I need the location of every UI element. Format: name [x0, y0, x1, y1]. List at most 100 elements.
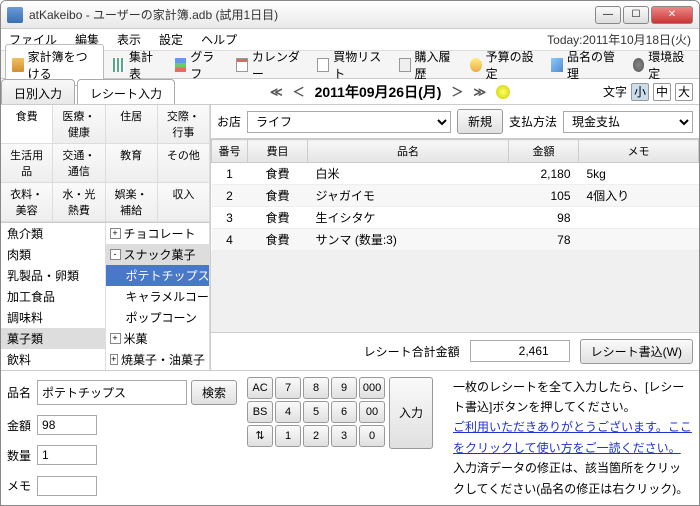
tab-receipt[interactable]: レシート入力 — [77, 79, 175, 104]
expand-icon[interactable]: + — [110, 333, 121, 344]
category-cell[interactable]: 水・光熱費 — [53, 183, 105, 222]
app-icon — [7, 7, 23, 23]
entry-memo-label: メモ — [7, 477, 31, 494]
subcategory-item[interactable]: ポップコーン — [106, 307, 210, 328]
subcategory-item[interactable]: +チョコレート — [106, 223, 210, 244]
history-icon — [399, 58, 411, 72]
receipt-write-button[interactable]: レシート書込(W) — [580, 339, 693, 364]
chart-icon — [175, 58, 187, 72]
keypad-key[interactable]: 5 — [303, 401, 329, 423]
date-prev-fast[interactable]: ≪ — [270, 85, 283, 99]
keypad-key[interactable]: 3 — [331, 425, 357, 447]
shop-label: お店 — [217, 113, 241, 130]
category-cell[interactable]: 衣料・美容 — [1, 183, 53, 222]
new-shop-button[interactable]: 新規 — [457, 109, 503, 134]
budget-icon — [470, 58, 482, 72]
table-row[interactable]: 4食費サンマ (数量:3)78 — [212, 229, 699, 251]
maximize-button[interactable]: ☐ — [623, 6, 649, 24]
calendar-icon — [236, 58, 248, 72]
tab-daily[interactable]: 日別入力 — [1, 79, 75, 104]
category-cell[interactable]: その他 — [158, 144, 210, 183]
col-item[interactable]: 品名 — [308, 140, 509, 163]
entry-memo-input[interactable] — [37, 476, 97, 496]
category-cell[interactable]: 交際・行事 — [158, 105, 210, 144]
font-mid-button[interactable]: 中 — [653, 83, 671, 101]
keypad-key[interactable]: 6 — [331, 401, 357, 423]
total-label: レシート合計金額 — [364, 343, 460, 360]
subcategory-item[interactable]: キャラメルコーン — [106, 286, 210, 307]
font-small-button[interactable]: 小 — [631, 83, 649, 101]
col-memo[interactable]: メモ — [579, 140, 699, 163]
hint-line-1: 一枚のレシートを全て入力したら、[レシート書込]ボタンを押してください。 — [453, 377, 693, 418]
subcategory-item[interactable]: +米菓 — [106, 328, 210, 349]
font-large-button[interactable]: 大 — [675, 83, 693, 101]
category-cell[interactable]: 教育 — [106, 144, 158, 183]
category-cell[interactable]: 医療・健康 — [53, 105, 105, 144]
category-item[interactable]: 加工食品 — [1, 286, 105, 307]
expand-icon[interactable]: + — [110, 228, 121, 239]
expand-icon[interactable]: + — [110, 354, 118, 365]
category-item[interactable]: 乳製品・卵類 — [1, 265, 105, 286]
entry-amount-input[interactable] — [37, 415, 97, 435]
date-prev[interactable]: ＜ — [293, 83, 305, 100]
col-amount[interactable]: 金額 — [509, 140, 579, 163]
payment-label: 支払方法 — [509, 113, 557, 130]
category-cell[interactable]: 住居 — [106, 105, 158, 144]
date-next-fast[interactable]: ≫ — [473, 85, 486, 99]
search-button[interactable]: 検索 — [191, 380, 237, 405]
shop-select[interactable]: ライフ — [247, 111, 451, 133]
col-no[interactable]: 番号 — [212, 140, 248, 163]
hint-link[interactable]: ご利用いただきありがとうございます。ここをクリックして使い方をご一読ください。 — [453, 420, 692, 454]
keypad-key[interactable]: 8 — [303, 377, 329, 399]
total-value: 2,461 — [470, 340, 570, 362]
table-row[interactable]: 1食費白米2,1805kg — [212, 163, 699, 185]
category-cell[interactable]: 収入 — [158, 183, 210, 222]
keypad-key[interactable]: BS — [247, 401, 273, 423]
keypad-key[interactable]: AC — [247, 377, 273, 399]
window-title: atKakeibo - ユーザーの家計簿.adb (試用1日目) — [29, 6, 595, 23]
list-icon — [317, 58, 329, 72]
table-row[interactable]: 3食費生イシタケ98 — [212, 207, 699, 229]
payment-select[interactable]: 現金支払 — [563, 111, 693, 133]
gear-icon — [633, 58, 645, 72]
book-icon — [12, 58, 24, 72]
keypad-key[interactable]: 4 — [275, 401, 301, 423]
close-button[interactable]: ✕ — [651, 6, 693, 24]
entry-name-label: 品名 — [7, 384, 31, 401]
table-row[interactable]: 2食費ジャガイモ1054個入り — [212, 185, 699, 207]
subcategory-item[interactable]: +焼菓子・油菓子 — [106, 349, 210, 370]
category-item[interactable]: 飲料 — [1, 349, 105, 370]
keypad-key[interactable]: 7 — [275, 377, 301, 399]
keypad-key[interactable]: 2 — [303, 425, 329, 447]
entry-qty-label: 数量 — [7, 447, 31, 464]
category-item[interactable]: 肉類 — [1, 244, 105, 265]
keypad-key[interactable]: 00 — [359, 401, 385, 423]
current-date[interactable]: 2011年09月26日(月) — [315, 82, 442, 102]
keypad-key[interactable]: 000 — [359, 377, 385, 399]
hint-line-3: 入力済データの修正は、該当箇所をクリックしてください(品名の修正は右クリック)。 — [453, 458, 693, 499]
subcategory-item[interactable]: ポテトチップス — [106, 265, 210, 286]
expand-icon[interactable]: - — [110, 249, 121, 260]
keypad-key[interactable]: ⇅ — [247, 425, 273, 447]
tag-icon — [551, 58, 563, 72]
status-dot-icon — [496, 85, 510, 99]
category-item[interactable]: 菓子類 — [1, 328, 105, 349]
category-cell[interactable]: 交通・通信 — [53, 144, 105, 183]
subcategory-item[interactable]: -スナック菓子 — [106, 244, 210, 265]
date-next[interactable]: ＞ — [451, 83, 463, 100]
category-cell[interactable]: 娯楽・補給 — [106, 183, 158, 222]
entry-qty-input[interactable] — [37, 445, 97, 465]
keypad-key[interactable]: 1 — [275, 425, 301, 447]
col-exp[interactable]: 費目 — [248, 140, 308, 163]
input-button[interactable]: 入力 — [389, 377, 433, 449]
category-item[interactable]: 魚介類 — [1, 223, 105, 244]
category-cell[interactable]: 生活用品 — [1, 144, 53, 183]
minimize-button[interactable]: — — [595, 6, 621, 24]
category-cell[interactable]: 食費 — [1, 105, 53, 144]
keypad-key[interactable]: 0 — [359, 425, 385, 447]
table-icon — [113, 58, 125, 72]
category-item[interactable]: 調味料 — [1, 307, 105, 328]
keypad-key[interactable]: 9 — [331, 377, 357, 399]
entry-name-input[interactable] — [37, 380, 187, 405]
entry-amount-label: 金額 — [7, 417, 31, 434]
